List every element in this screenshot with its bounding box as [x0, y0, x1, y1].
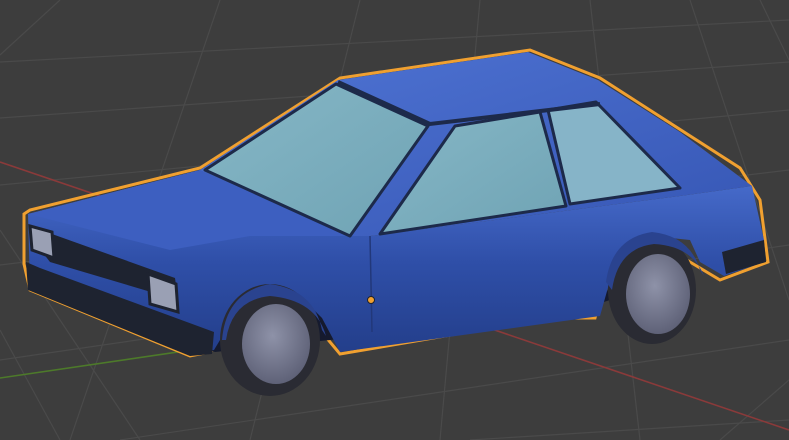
car-model[interactable] [22, 48, 770, 396]
object-origin-marker[interactable] [367, 296, 375, 304]
3d-viewport[interactable] [0, 0, 789, 440]
viewport-canvas[interactable] [0, 0, 789, 440]
